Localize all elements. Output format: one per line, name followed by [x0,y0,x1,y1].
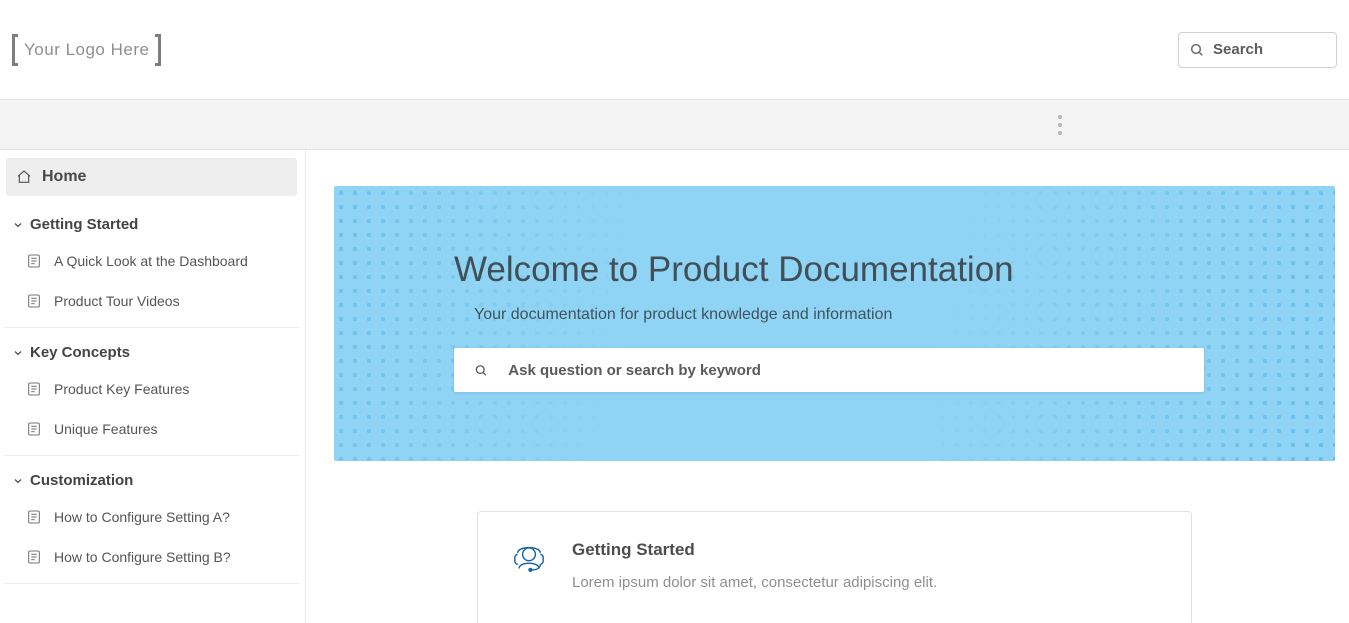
document-icon [26,381,42,397]
header-search[interactable] [1178,32,1337,68]
main-content: Welcome to Product Documentation Your do… [306,150,1349,623]
toolbar [0,100,1349,150]
sidebar-item-label: A Quick Look at the Dashboard [54,253,248,269]
sidebar-section-customization: Customization How to Configure Setting A… [4,464,299,584]
document-icon [26,549,42,565]
sidebar-item-home[interactable]: Home [6,158,297,196]
sidebar-section-title: Getting Started [30,216,138,233]
hero-banner: Welcome to Product Documentation Your do… [334,186,1335,461]
hero-search-input[interactable] [508,362,1184,379]
logo-bracket-left [12,34,18,66]
sidebar-item-key-features[interactable]: Product Key Features [4,369,299,409]
sidebar-item-label: How to Configure Setting A? [54,509,230,525]
sidebar-item-label: Product Key Features [54,381,189,397]
sidebar-section-title: Customization [30,472,133,489]
sidebar: Home Getting Started A Quick Look at the… [0,150,306,623]
kebab-menu-icon[interactable] [1051,110,1069,140]
card-title: Getting Started [572,540,937,560]
sidebar-section-getting-started: Getting Started A Quick Look at the Dash… [4,208,299,328]
document-icon [26,253,42,269]
sidebar-item-label: How to Configure Setting B? [54,549,231,565]
search-icon [474,363,488,378]
getting-started-card[interactable]: Getting Started Lorem ipsum dolor sit am… [477,511,1192,623]
sidebar-item-label: Product Tour Videos [54,293,180,309]
document-icon [26,293,42,309]
sidebar-section-header[interactable]: Customization [4,464,299,497]
hero-title: Welcome to Product Documentation [454,250,1215,290]
card-description: Lorem ipsum dolor sit amet, consectetur … [572,574,937,591]
document-icon [26,421,42,437]
sidebar-item-label: Unique Features [54,421,158,437]
header-search-input[interactable] [1213,41,1326,58]
sidebar-section-header[interactable]: Key Concepts [4,336,299,369]
sidebar-item-unique-features[interactable]: Unique Features [4,409,299,449]
home-icon [16,169,32,185]
chevron-down-icon [12,219,24,231]
sidebar-section-header[interactable]: Getting Started [4,208,299,241]
chevron-down-icon [12,475,24,487]
sidebar-item-tour-videos[interactable]: Product Tour Videos [4,281,299,321]
sidebar-section-title: Key Concepts [30,344,130,361]
sidebar-item-dashboard-look[interactable]: A Quick Look at the Dashboard [4,241,299,281]
sidebar-section-key-concepts: Key Concepts Product Key Features Unique… [4,336,299,456]
sidebar-item-config-b[interactable]: How to Configure Setting B? [4,537,299,577]
logo-bracket-right [155,34,161,66]
headset-icon [512,540,546,580]
hero-subtitle: Your documentation for product knowledge… [474,306,1215,324]
search-icon [1189,42,1205,58]
sidebar-item-config-a[interactable]: How to Configure Setting A? [4,497,299,537]
document-icon [26,509,42,525]
header: Your Logo Here [0,0,1349,100]
logo-text: Your Logo Here [24,40,149,59]
hero-search[interactable] [454,348,1204,392]
chevron-down-icon [12,347,24,359]
sidebar-home-label: Home [42,168,86,186]
logo[interactable]: Your Logo Here [12,34,161,66]
